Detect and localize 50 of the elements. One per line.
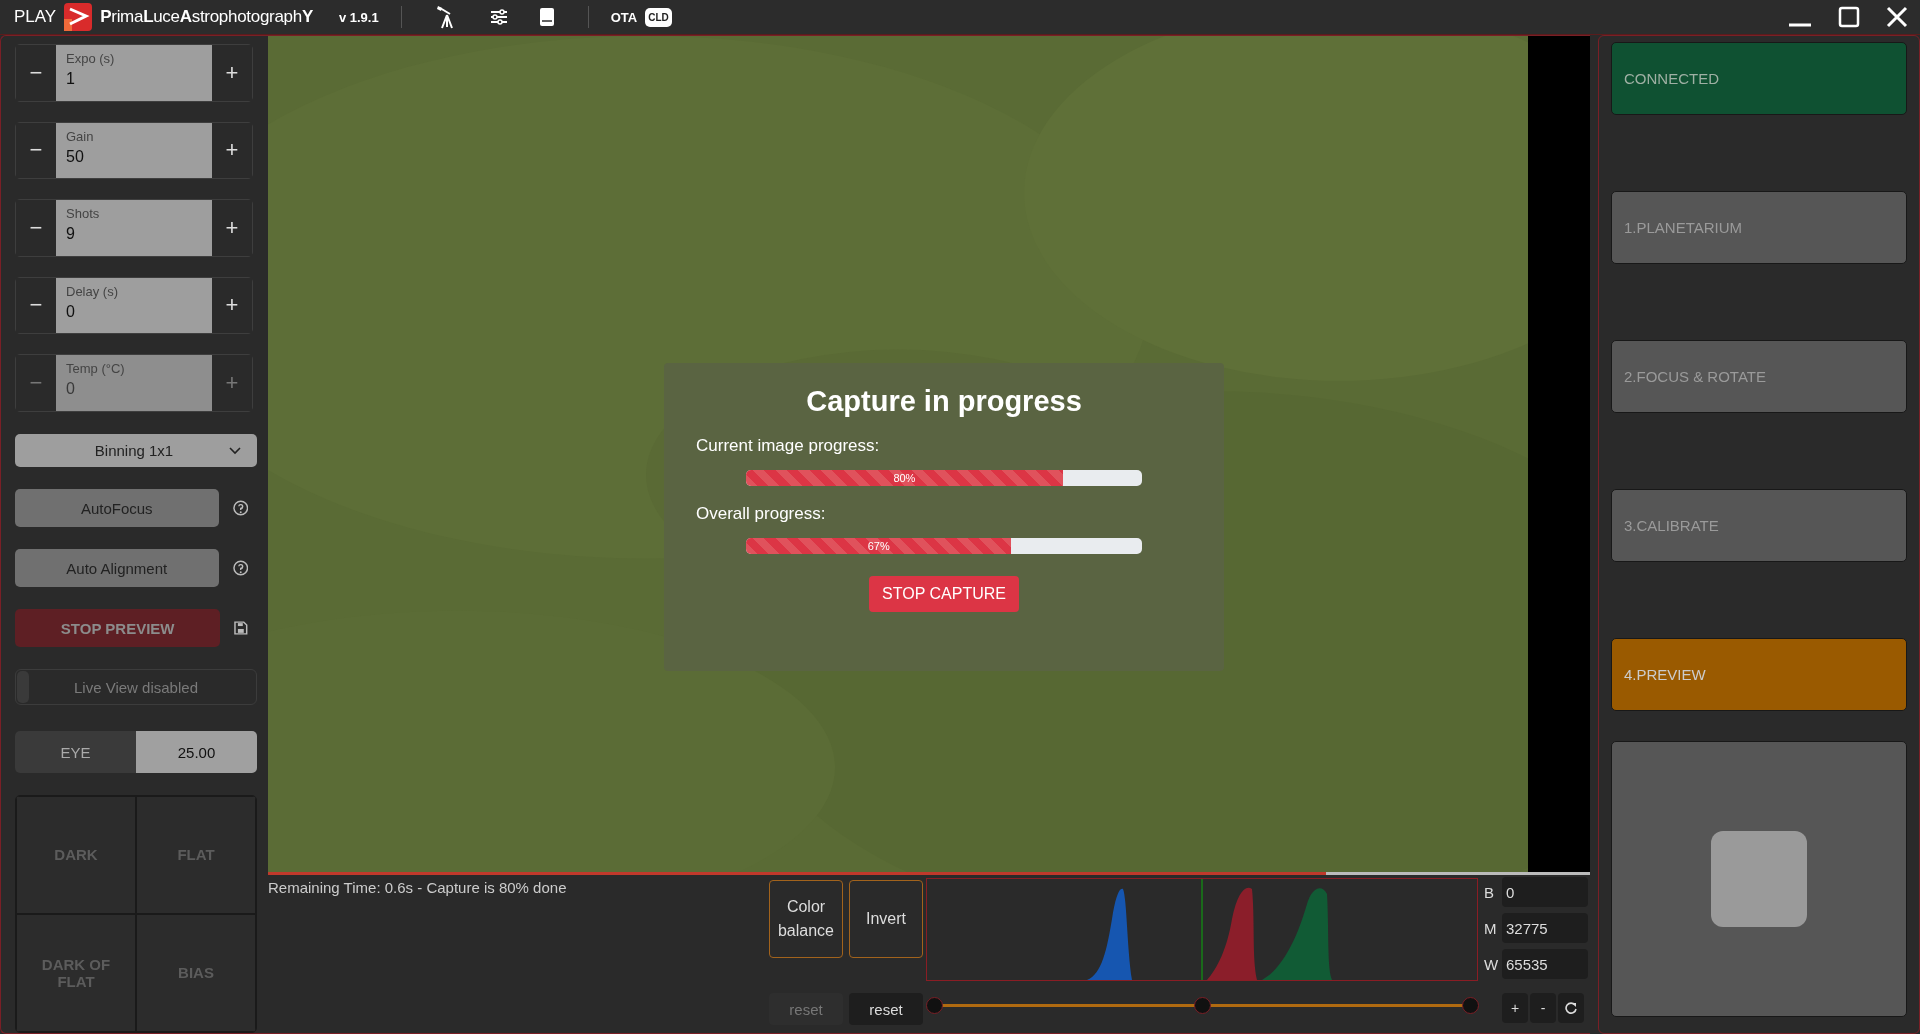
level-field[interactable]: 0 xyxy=(1502,877,1588,907)
level-field[interactable]: 32775 xyxy=(1502,913,1588,943)
book-icon[interactable] xyxy=(539,8,554,26)
invert-button[interactable]: Invert xyxy=(849,880,923,958)
binning-dropdown[interactable]: Binning 1x1 xyxy=(15,433,257,468)
level-label: W xyxy=(1484,955,1500,973)
number-stepper[interactable]: − Delay (s) 0 + xyxy=(15,276,253,335)
level-label: B xyxy=(1484,883,1495,901)
progress-label: Overall progress: xyxy=(696,504,826,524)
app-name: PrimaLuceAstrophotographY xyxy=(100,7,313,27)
stop-preview-button[interactable]: STOP PREVIEW xyxy=(15,609,221,648)
number-field[interactable]: Gain 50 xyxy=(56,122,212,179)
close-icon[interactable] xyxy=(1886,6,1908,28)
connection-status[interactable]: CONNECTED xyxy=(1611,42,1907,115)
app-label: PLAY xyxy=(14,7,57,27)
progress-label: Current image progress: xyxy=(696,436,880,456)
eye-label: EYE xyxy=(15,731,136,773)
logo-icon xyxy=(64,3,93,31)
level-field[interactable]: 65535 xyxy=(1502,949,1588,979)
refresh-button[interactable] xyxy=(1558,993,1584,1023)
stop-capture-button[interactable]: STOP CAPTURE xyxy=(869,576,1019,612)
progress-fill: 67% xyxy=(746,538,1012,554)
chevron-down-icon xyxy=(229,446,242,455)
number-stepper[interactable]: − Expo (s) 1 + xyxy=(15,44,253,102)
color-balance-button[interactable]: Color balance xyxy=(769,880,843,958)
eye-field[interactable]: 25.00 xyxy=(136,731,257,773)
slider-handle[interactable] xyxy=(926,997,943,1014)
slider-handle[interactable] xyxy=(1462,997,1479,1014)
sliders-icon[interactable] xyxy=(489,9,508,25)
ota-label[interactable]: OTA xyxy=(610,9,638,25)
reset-button[interactable]: reset xyxy=(849,993,923,1025)
zoom-button[interactable]: + xyxy=(1502,993,1528,1023)
number-field[interactable]: Expo (s) 1 xyxy=(56,45,212,101)
maximize-icon[interactable] xyxy=(1838,6,1860,28)
number-field[interactable]: Shots 9 xyxy=(56,200,212,256)
help-icon[interactable] xyxy=(232,500,248,517)
number-field[interactable]: Delay (s) 0 xyxy=(56,277,212,334)
slider-handle[interactable] xyxy=(1194,997,1211,1014)
help-icon[interactable] xyxy=(232,560,248,577)
number-stepper[interactable]: − Gain 50 + xyxy=(15,121,253,180)
level-label: M xyxy=(1484,919,1498,937)
version-label: v 1.9.1 xyxy=(338,9,379,25)
zoom-button[interactable]: - xyxy=(1530,993,1556,1023)
progress-fill: 80% xyxy=(746,470,1063,486)
dialog-title: Capture in progress xyxy=(806,385,1082,418)
number-stepper[interactable]: − Shots 9 + xyxy=(15,199,253,257)
refresh-icon xyxy=(1565,1002,1577,1014)
save-icon[interactable] xyxy=(234,621,248,636)
status-text: Remaining Time: 0.6s - Capture is 80% done xyxy=(268,878,568,898)
cld-badge[interactable]: CLD xyxy=(645,7,672,27)
